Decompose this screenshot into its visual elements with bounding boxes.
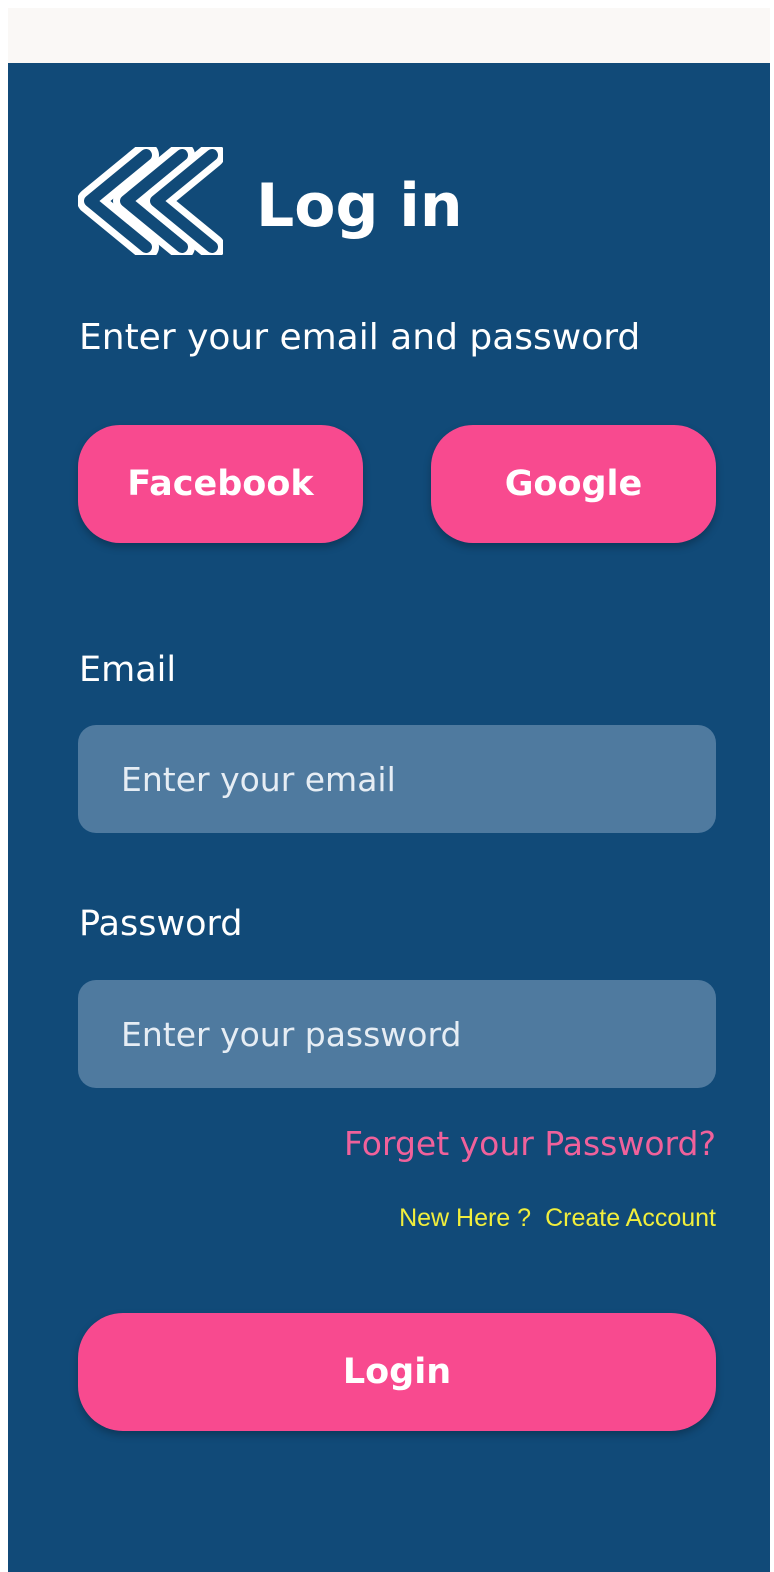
email-label: Email [79,650,177,690]
password-label: Password [79,904,243,944]
status-bar [8,8,770,63]
login-page: Log in Enter your email and password Fac… [0,0,774,1572]
login-button[interactable]: Login [78,1313,716,1431]
signup-row: New Here ? Create Account [399,1201,716,1235]
double-chevron-left-icon[interactable] [78,147,223,255]
email-field[interactable] [78,725,716,833]
facebook-login-button[interactable]: Facebook [78,425,363,543]
page-title: Log in [256,171,463,241]
password-field[interactable] [78,980,716,1088]
forgot-password-link[interactable]: Forget your Password? [344,1121,716,1167]
create-account-link[interactable]: Create Account [545,1201,716,1235]
google-login-button[interactable]: Google [431,425,716,543]
page-subtitle: Enter your email and password [79,317,641,358]
new-here-text: New Here ? [399,1204,532,1232]
